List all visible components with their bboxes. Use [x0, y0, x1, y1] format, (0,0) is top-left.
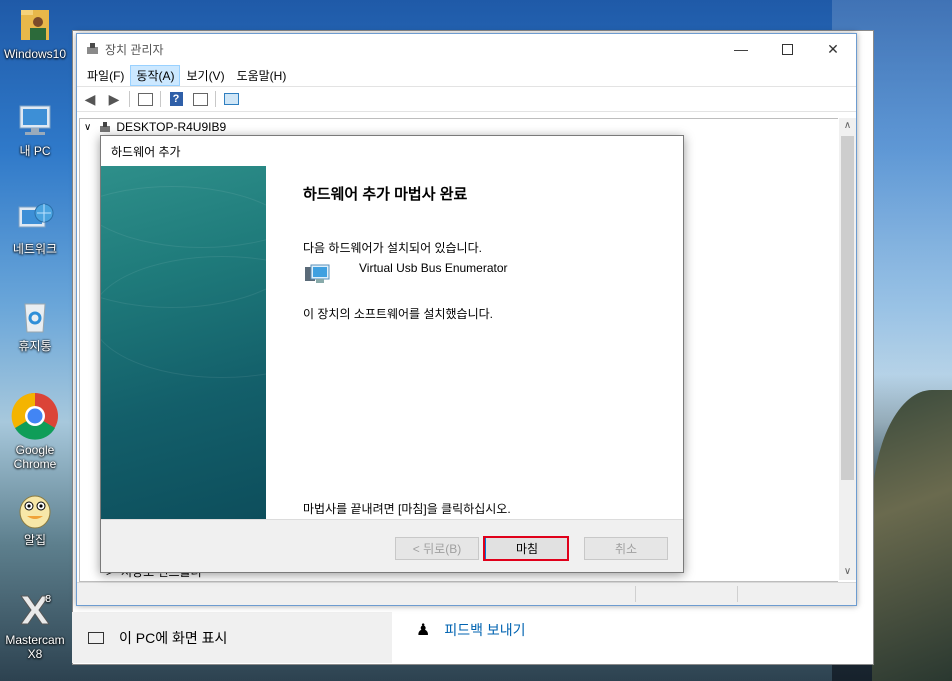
computer-icon — [15, 101, 55, 141]
installed-intro-text: 다음 하드웨어가 설치되어 있습니다. — [303, 241, 482, 255]
toolbar-separator — [129, 91, 130, 107]
desktop-icon-network[interactable]: 네트워크 — [2, 199, 68, 256]
chrome-icon — [11, 392, 59, 440]
desktop-icon-label: Mastercam X8 — [5, 633, 65, 661]
vertical-scrollbar[interactable]: ∧ ∨ — [839, 118, 856, 580]
folder-user-icon — [15, 4, 55, 44]
desktop-icon-alzip[interactable]: 알집 — [2, 490, 68, 547]
view-icon[interactable] — [191, 90, 209, 108]
wizard-footer: < 뒤로(B) 마침 취소 — [101, 519, 683, 572]
forward-arrow-icon[interactable]: ▶ — [105, 90, 123, 108]
scroll-down-icon[interactable]: ∨ — [839, 564, 856, 580]
recycle-bin-icon — [15, 296, 55, 336]
svg-text:8: 8 — [45, 594, 51, 605]
help-icon[interactable]: ? — [167, 90, 185, 108]
wizard-title: 하드웨어 추가 — [111, 144, 181, 159]
wizard-heading: 하드웨어 추가 마법사 완료 — [303, 186, 468, 203]
maximize-icon — [781, 43, 793, 55]
feedback-label: 피드백 보내기 — [444, 622, 526, 638]
add-hardware-wizard: 하드웨어 추가 하드웨어 추가 마법사 완료 다음 하드웨어가 설치되어 있습니… — [100, 135, 684, 573]
network-icon — [15, 199, 55, 239]
desktop-icon-label: Windows10 — [3, 47, 67, 61]
toolbar-separator — [160, 91, 161, 107]
desktop-icon-my-pc[interactable]: 내 PC — [2, 101, 68, 158]
banner-wave — [101, 256, 266, 378]
wizard-body: 하드웨어 추가 마법사 완료 다음 하드웨어가 설치되어 있습니다. Virtu… — [101, 166, 683, 520]
mastercam-icon: 8 — [15, 590, 55, 630]
wizard-titlebar[interactable]: 하드웨어 추가 — [101, 136, 683, 166]
maximize-button[interactable] — [764, 34, 810, 64]
desktop-icon-mastercam[interactable]: 8 Mastercam X8 — [2, 590, 68, 661]
show-pc-label: 이 PC에 화면 표시 — [119, 630, 228, 646]
tree-root-node[interactable]: ∨ DESKTOP-R4U9IB9 — [84, 120, 226, 134]
menu-action[interactable]: 동작(A) — [130, 64, 181, 86]
toolbar: ◀ ▶ ? — [77, 86, 856, 112]
desktop-icon-chrome[interactable]: Google Chrome — [2, 392, 68, 471]
tree-root-label: DESKTOP-R4U9IB9 — [116, 120, 227, 134]
installed-message: 이 장치의 소프트웨어를 설치했습니다. — [303, 307, 493, 321]
scan-hardware-icon[interactable] — [222, 90, 240, 108]
back-button[interactable]: < 뒤로(B) — [395, 537, 479, 560]
status-segment — [737, 586, 738, 602]
show-pc-link[interactable]: 이 PC에 화면 표시 — [88, 628, 227, 648]
scrollbar-thumb[interactable] — [841, 136, 854, 480]
status-bar — [77, 582, 856, 605]
desktop-icon-label: 알집 — [23, 533, 47, 547]
minimize-button[interactable]: — — [718, 34, 764, 64]
device-name-text: Virtual Usb Bus Enumerator — [359, 261, 508, 275]
menu-file[interactable]: 파일(F) — [81, 65, 130, 86]
desktop-icon-label: 내 PC — [19, 144, 51, 158]
device-manager-titlebar[interactable]: 장치 관리자 — ✕ — [77, 34, 856, 64]
desktop-icon-label: 네트워크 — [12, 242, 58, 256]
menu-bar: 파일(F) 동작(A) 보기(V) 도움말(H) — [77, 64, 856, 86]
minimize-icon: — — [734, 41, 748, 57]
computer-node-icon — [99, 121, 111, 133]
scroll-up-icon[interactable]: ∧ — [839, 118, 856, 134]
desktop-icon-recycle-bin[interactable]: 휴지통 — [2, 296, 68, 353]
chevron-down-icon[interactable]: ∨ — [84, 122, 91, 133]
device-manager-title: 장치 관리자 — [105, 42, 164, 57]
feedback-link[interactable]: ♟ 피드백 보내기 — [416, 620, 526, 640]
usb-device-icon — [303, 262, 331, 288]
desktop-icon-windows10[interactable]: Windows10 — [2, 4, 68, 61]
menu-view[interactable]: 보기(V) — [180, 65, 230, 86]
desktop-icon-label: 휴지통 — [18, 339, 52, 353]
device-manager-icon — [86, 42, 99, 55]
finish-hint-text: 마법사를 끝내려면 [마침]을 클릭하십시오. — [303, 502, 511, 516]
toolbar-separator — [215, 91, 216, 107]
desktop-icon-label: Google Chrome — [13, 443, 57, 471]
screen-icon — [88, 632, 104, 644]
close-button[interactable]: ✕ — [810, 34, 856, 64]
finish-button-highlight — [483, 536, 569, 561]
feedback-icon: ♟ — [416, 622, 431, 639]
menu-help[interactable]: 도움말(H) — [231, 65, 293, 86]
close-icon: ✕ — [827, 40, 839, 57]
back-arrow-icon[interactable]: ◀ — [81, 90, 99, 108]
wizard-side-banner — [101, 166, 266, 519]
properties-icon[interactable] — [136, 90, 154, 108]
status-segment — [635, 586, 636, 602]
cancel-button[interactable]: 취소 — [584, 537, 668, 560]
alzip-icon — [15, 490, 55, 530]
